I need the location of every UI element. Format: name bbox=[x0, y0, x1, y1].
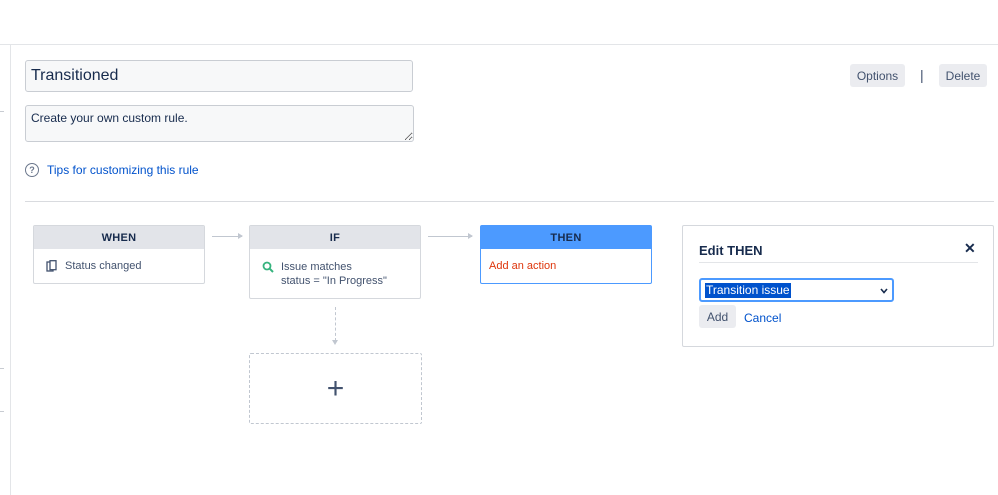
add-button[interactable]: Add bbox=[699, 305, 736, 328]
delete-button[interactable]: Delete bbox=[939, 64, 987, 87]
plus-icon: + bbox=[326, 371, 345, 405]
panel-title: Edit THEN bbox=[699, 243, 763, 258]
flow-arrow bbox=[212, 233, 243, 239]
sidebar-marker bbox=[0, 111, 4, 112]
then-card[interactable]: THEN Add an action bbox=[480, 225, 652, 284]
when-trigger-label: Status changed bbox=[65, 260, 142, 272]
rule-description-input[interactable]: Create your own custom rule. bbox=[25, 105, 414, 142]
flow-arrow bbox=[428, 233, 473, 239]
action-select[interactable]: Transition issue bbox=[699, 278, 894, 302]
close-icon[interactable]: ✕ bbox=[964, 240, 976, 257]
sidebar-marker bbox=[0, 368, 4, 369]
tips-row: ? Tips for customizing this rule bbox=[25, 163, 199, 177]
section-divider bbox=[25, 201, 994, 202]
search-icon bbox=[262, 261, 274, 273]
branch-arrowhead bbox=[332, 340, 338, 345]
cancel-link[interactable]: Cancel bbox=[744, 311, 781, 325]
add-component-box[interactable]: + bbox=[249, 353, 422, 424]
panel-divider bbox=[699, 262, 978, 263]
edit-then-panel: Edit THEN ✕ Transition issue Add Cancel bbox=[682, 225, 994, 347]
if-condition-title: Issue matches bbox=[281, 261, 352, 273]
then-card-header: THEN bbox=[481, 226, 651, 249]
selected-action: Transition issue bbox=[705, 282, 791, 298]
toolbar-separator: | bbox=[920, 67, 924, 83]
when-card[interactable]: WHEN Status changed bbox=[33, 225, 205, 284]
top-bar bbox=[0, 0, 998, 45]
sidebar-marker bbox=[0, 411, 4, 412]
if-card[interactable]: IF Issue matches status = "In Progress" bbox=[249, 225, 421, 299]
options-button[interactable]: Options bbox=[850, 64, 905, 87]
if-condition-jql: status = "In Progress" bbox=[281, 275, 387, 287]
chevron-down-icon bbox=[880, 281, 888, 299]
help-icon: ? bbox=[25, 163, 39, 177]
when-card-header: WHEN bbox=[34, 226, 204, 249]
status-change-icon bbox=[46, 260, 57, 272]
branch-connector bbox=[335, 307, 336, 341]
add-action-label: Add an action bbox=[489, 260, 557, 272]
rule-title-input[interactable] bbox=[25, 60, 413, 92]
tips-link[interactable]: Tips for customizing this rule bbox=[47, 163, 199, 177]
left-sidebar-edge bbox=[0, 44, 11, 495]
if-card-header: IF bbox=[250, 226, 420, 249]
